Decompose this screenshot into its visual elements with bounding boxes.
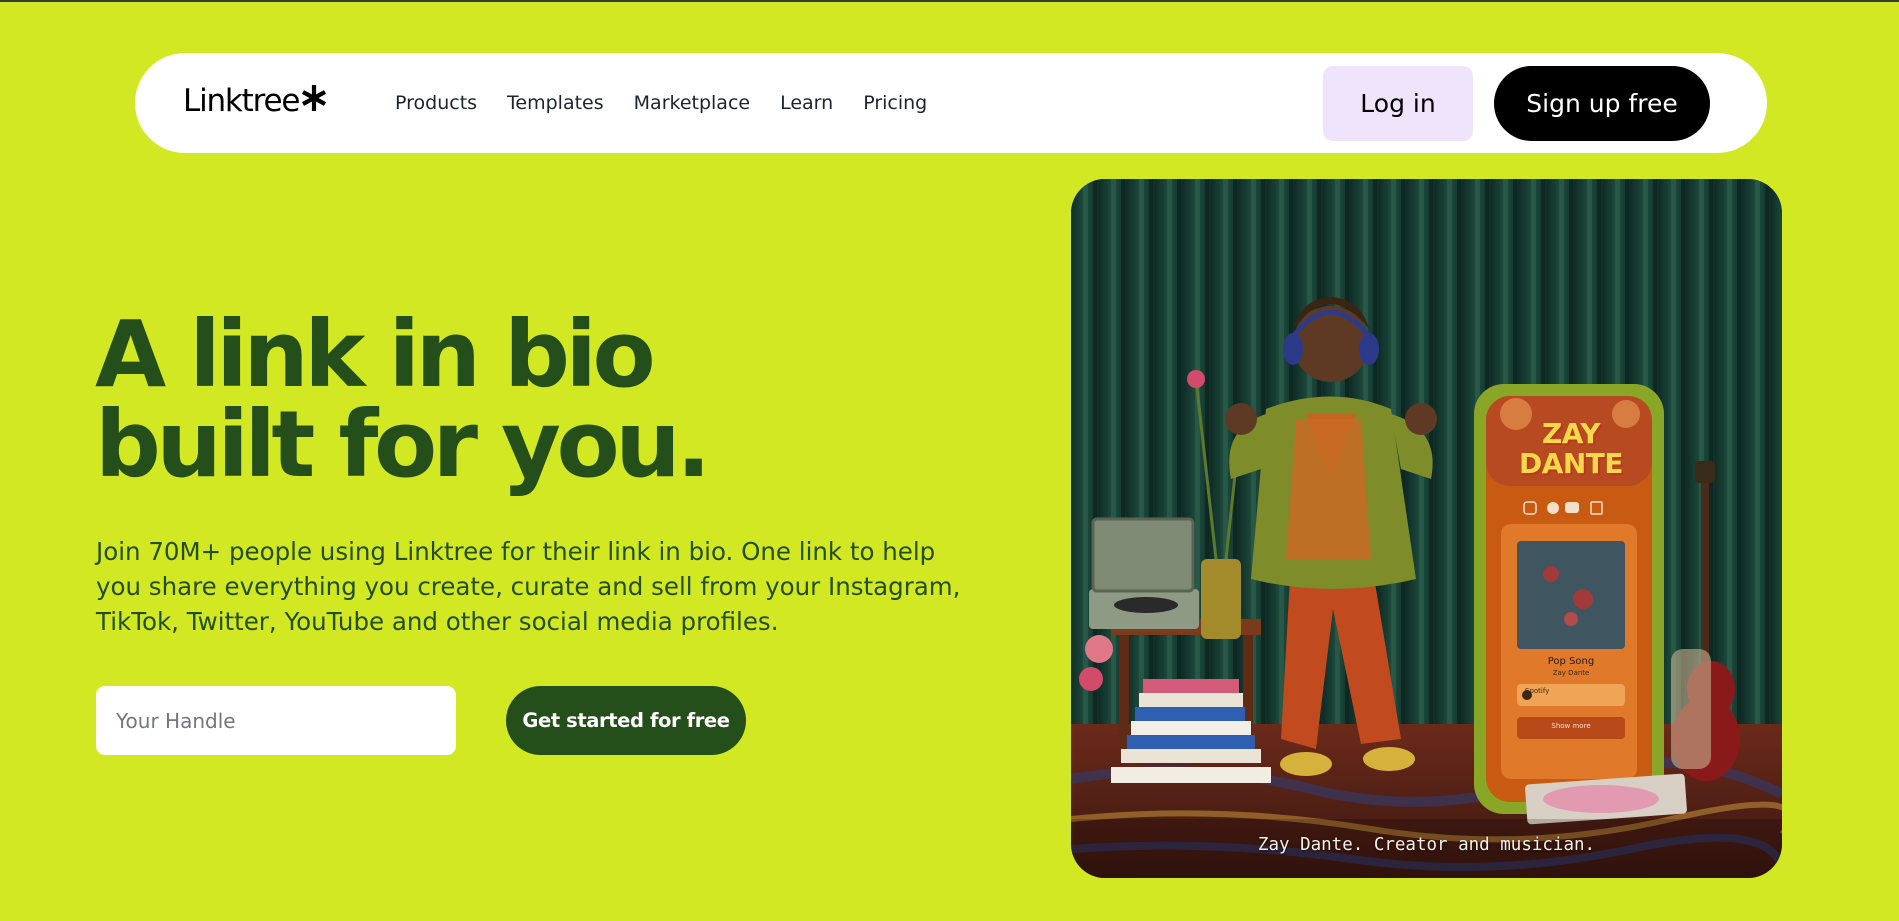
phone-show-more: Show more (1551, 722, 1591, 730)
phone-spotify-link: Spotify (1525, 687, 1550, 695)
asterisk-logo-icon (302, 85, 327, 111)
hero-title-line-2: built for you. (95, 391, 711, 498)
hero-media[interactable]: ZAY DANTE Pop Song Zay Dante Spotify Sho… (1071, 179, 1782, 878)
nav-pricing[interactable]: Pricing (863, 89, 927, 117)
get-started-button[interactable]: Get started for free (506, 686, 746, 755)
phone-song-artist: Zay Dante (1552, 669, 1590, 677)
nav-learn[interactable]: Learn (780, 89, 833, 117)
login-button[interactable]: Log in (1323, 66, 1473, 141)
nav-marketplace[interactable]: Marketplace (634, 89, 750, 117)
phone-name-line-2: DANTE (1518, 447, 1624, 480)
hero-title: A link in bio built for you. (95, 301, 711, 498)
linktree-logo[interactable]: Linktree (183, 81, 327, 121)
phone-song-title: Pop Song (1547, 656, 1595, 667)
handle-input[interactable] (96, 686, 456, 755)
hero-description: Join 70M+ people using Linktree for thei… (96, 537, 961, 636)
signup-button[interactable]: Sign up free (1494, 66, 1710, 141)
hero-photo (1071, 179, 1782, 878)
main-nav: Products Templates Marketplace Learn Pri… (395, 89, 957, 117)
nav-products[interactable]: Products (395, 89, 477, 117)
logo-wordmark: Linktree (183, 83, 300, 119)
hero-title-line-1: A link in bio (95, 301, 656, 408)
media-caption: Zay Dante. Creator and musician. (1257, 835, 1596, 855)
nav-templates[interactable]: Templates (507, 89, 604, 117)
phone-name-line-1: ZAY (1541, 417, 1601, 450)
top-navbar: Linktree Products Templates Marketplace … (135, 53, 1767, 153)
phone-profile-name: ZAY DANTE (1511, 419, 1631, 479)
